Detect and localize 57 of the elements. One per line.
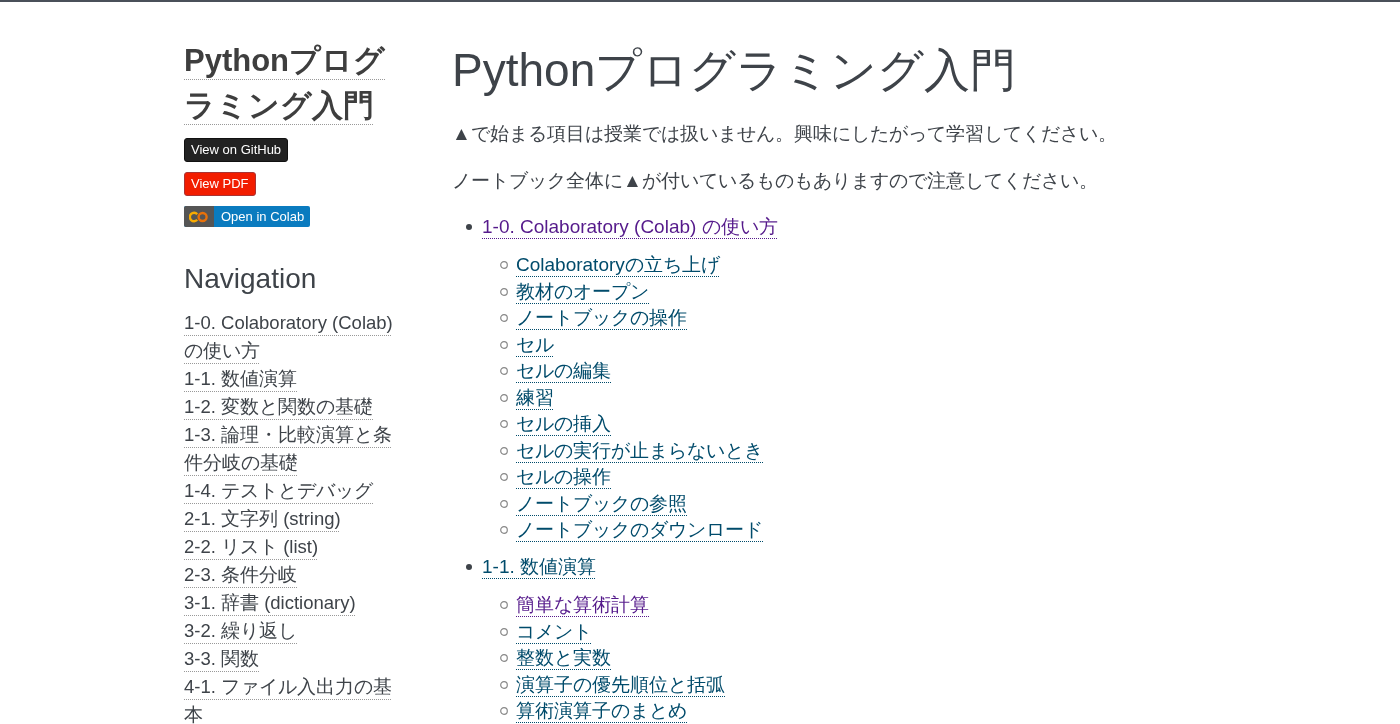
toc-link[interactable]: Colaboratoryの立ち上げ [516, 252, 720, 279]
ring-bullet-icon [500, 526, 508, 535]
ring-bullet-icon [500, 601, 508, 610]
toc-link[interactable]: 算術演算子のまとめ [516, 698, 687, 724]
ring-bullet-icon [500, 420, 508, 429]
ring-bullet-icon [500, 367, 508, 376]
ring-bullet-icon [500, 314, 508, 323]
toc-link[interactable]: コメント [516, 618, 592, 645]
toc-link[interactable]: ノートブックの操作 [516, 305, 687, 332]
toc-link[interactable]: 簡単な算術計算 [516, 592, 649, 619]
ring-bullet-icon [500, 654, 508, 663]
notice-text: ノートブック全体に▲が付いているものもありますので注意してください。 [452, 169, 1099, 193]
toc-link[interactable]: 演算子の優先順位と括弧 [516, 671, 725, 698]
toc-link[interactable]: 整数と実数 [516, 645, 611, 672]
nav-link[interactable]: 3-2. 繰り返し [184, 617, 298, 645]
ring-bullet-icon [500, 446, 508, 455]
colab-badge[interactable]: Open in Colab [184, 206, 311, 227]
nav-link[interactable]: 2-2. リスト (list) [184, 533, 319, 561]
nav-link[interactable]: 3-1. 辞書 (dictionary) [184, 589, 356, 617]
pdf-button[interactable]: View PDF [184, 172, 256, 196]
toc-link[interactable]: セルの編集 [516, 358, 611, 385]
toc-link[interactable]: ノートブックのダウンロード [516, 517, 763, 544]
toc-link[interactable]: セル [516, 331, 554, 358]
nav-link[interactable]: 4-1. ファイル入出力の基本 [184, 673, 400, 724]
nav-link[interactable]: 1-3. 論理・比較演算と条件分岐の基礎 [184, 421, 400, 477]
toc-link[interactable]: 教材のオープン [516, 278, 649, 305]
toc-link[interactable]: 1-1. 数値演算 [482, 554, 597, 581]
ring-bullet-icon [500, 393, 508, 402]
ring-bullet-icon [500, 680, 508, 689]
site-title-link[interactable]: Pythonプログラミング入門 [184, 38, 400, 128]
nav-link[interactable]: 1-4. テストとデバッグ [184, 477, 374, 505]
nav-link[interactable]: 2-3. 条件分岐 [184, 561, 298, 589]
nav-link[interactable]: 3-3. 関数 [184, 645, 260, 673]
toc-link[interactable]: セルの挿入 [516, 411, 611, 438]
ring-bullet-icon [500, 707, 508, 716]
toc-link[interactable]: セルの操作 [516, 464, 611, 491]
nav-link[interactable]: 1-2. 変数と関数の基礎 [184, 393, 374, 421]
toc-link[interactable]: 1-0. Colaboratory (Colab) の使い方 [482, 214, 778, 241]
github-button[interactable]: View on GitHub [184, 138, 289, 162]
ring-bullet-icon [500, 261, 508, 270]
toc-link[interactable]: ノートブックの参照 [516, 490, 687, 517]
bullet-dot-icon [466, 224, 472, 231]
nav-link[interactable]: 1-0. Colaboratory (Colab) の使い方 [184, 309, 400, 365]
notice-text: ▲で始まる項目は授業では扱いません。興味にしたがって学習してください。 [452, 122, 1118, 146]
rings-logo-icon [189, 210, 209, 223]
ring-bullet-icon [500, 287, 508, 296]
bullet-dot-icon [466, 564, 472, 571]
ring-bullet-icon [500, 473, 508, 482]
ring-bullet-icon [500, 340, 508, 349]
ring-bullet-icon [500, 627, 508, 636]
ring-bullet-icon [500, 499, 508, 508]
toc-link[interactable]: 練習 [516, 384, 554, 411]
navigation-heading: Navigation [184, 263, 318, 295]
nav-link[interactable]: 2-1. 文字列 (string) [184, 505, 341, 533]
nav-link[interactable]: 1-1. 数値演算 [184, 365, 298, 393]
toc-link[interactable]: セルの実行が止まらないとき [516, 437, 763, 464]
page-title: Pythonプログラミング入門 [452, 43, 1018, 98]
